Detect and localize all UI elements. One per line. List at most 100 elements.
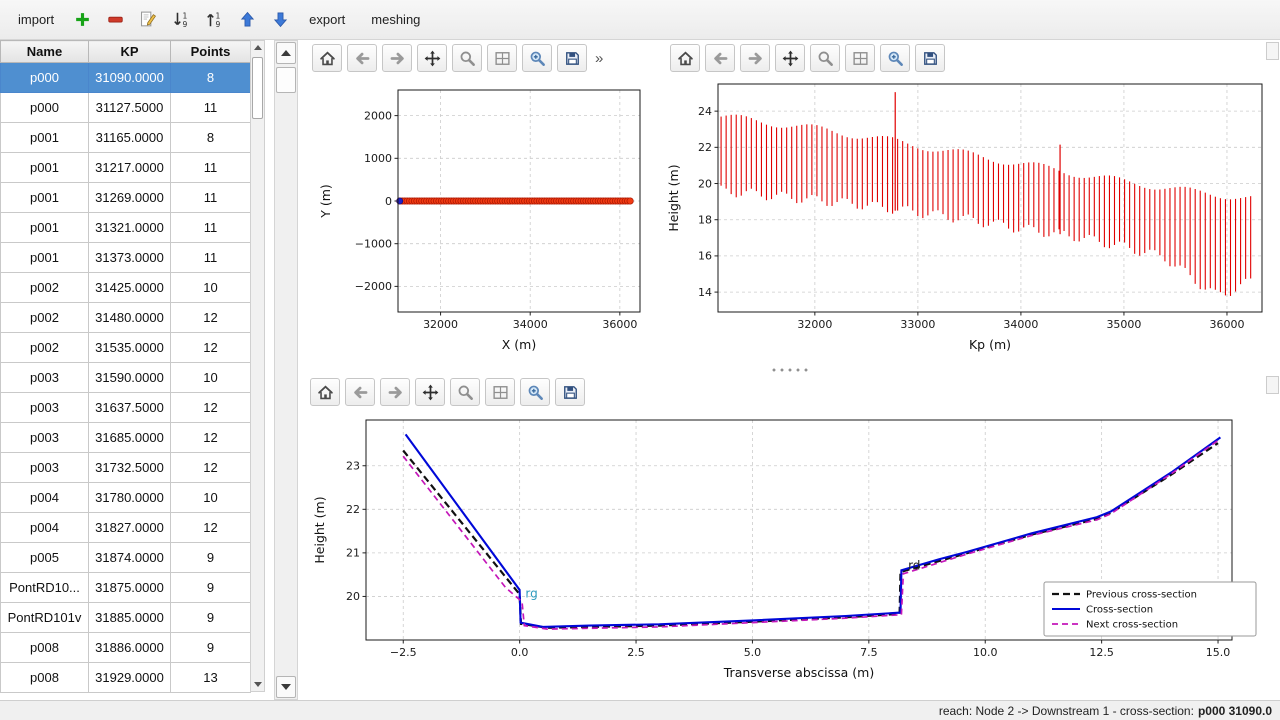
forward-button[interactable] [740,44,770,72]
table-scroll-down-icon[interactable] [251,678,264,691]
table-cell[interactable]: 10 [171,483,251,513]
table-cell[interactable]: 31127.5000 [89,93,171,123]
table-row[interactable]: p00831929.000013 [1,663,251,693]
sort-descending-button[interactable]: 19 [171,9,192,30]
table-cell[interactable]: PontRD101v [1,603,89,633]
table-cell[interactable]: 31425.0000 [89,273,171,303]
table-row[interactable]: p00531874.00009 [1,543,251,573]
table-cell[interactable]: 12 [171,303,251,333]
subplots-button[interactable] [845,44,875,72]
cross-section-chart[interactable]: −2.50.02.55.07.510.012.515.020212223rgrd… [300,410,1280,701]
toolbar-overflow-indicator[interactable]: » [595,50,603,67]
export-button[interactable]: export [301,8,353,31]
table-cell[interactable]: p001 [1,183,89,213]
table-row[interactable]: p00331685.000012 [1,423,251,453]
table-row[interactable]: p00031127.500011 [1,93,251,123]
pan-button[interactable] [415,378,445,406]
back-button[interactable] [347,44,377,72]
table-cell[interactable]: 10 [171,363,251,393]
table-row[interactable]: p00431827.000012 [1,513,251,543]
zoom-button[interactable] [450,378,480,406]
table-cell[interactable]: 31637.5000 [89,393,171,423]
table-cell[interactable]: p003 [1,453,89,483]
home-button[interactable] [670,44,700,72]
panel-scrollbar-thumb[interactable] [276,67,296,93]
table-cell[interactable]: 9 [171,573,251,603]
table-cell[interactable]: 10 [171,273,251,303]
table-row[interactable]: p00131269.000011 [1,183,251,213]
table-cell[interactable]: 31480.0000 [89,303,171,333]
sort-ascending-button[interactable]: 19 [204,9,225,30]
table-row[interactable]: p00131217.000011 [1,153,251,183]
plot-area-scrollbar-stub[interactable] [1266,42,1279,60]
table-cell[interactable]: p001 [1,123,89,153]
column-header-name[interactable]: Name [1,41,89,63]
table-cell[interactable]: 31874.0000 [89,543,171,573]
table-cell[interactable]: p002 [1,303,89,333]
back-button[interactable] [705,44,735,72]
plan-view-chart[interactable]: 320003400036000−2000−1000010002000X (m)Y… [302,76,658,371]
table-cell[interactable]: 31685.0000 [89,423,171,453]
table-row[interactable]: p00331590.000010 [1,363,251,393]
table-scroll-up-icon[interactable] [251,41,264,54]
table-cell[interactable]: 12 [171,453,251,483]
table-cell[interactable]: p004 [1,483,89,513]
table-cell[interactable]: p001 [1,243,89,273]
table-row[interactable]: p00131165.00008 [1,123,251,153]
table-cell[interactable]: 12 [171,333,251,363]
table-cell[interactable]: 13 [171,663,251,693]
table-cell[interactable]: 31590.0000 [89,363,171,393]
table-cell[interactable]: 11 [171,93,251,123]
table-cell[interactable]: p001 [1,153,89,183]
table-cell[interactable]: p004 [1,513,89,543]
table-cell[interactable]: 8 [171,123,251,153]
table-scrollbar-thumb[interactable] [252,57,263,119]
table-row[interactable]: p00331637.500012 [1,393,251,423]
add-button[interactable] [72,9,93,30]
back-button[interactable] [345,378,375,406]
table-cell[interactable]: p008 [1,663,89,693]
table-cell[interactable]: 11 [171,153,251,183]
table-cell[interactable]: 9 [171,603,251,633]
table-cell[interactable]: p008 [1,633,89,663]
zoom-button[interactable] [452,44,482,72]
meshing-button[interactable]: meshing [363,8,428,31]
table-row[interactable]: p00831886.00009 [1,633,251,663]
move-up-button[interactable] [237,9,258,30]
table-cell[interactable]: p003 [1,393,89,423]
remove-button[interactable] [105,9,126,30]
table-row[interactable]: p00431780.000010 [1,483,251,513]
table-cell[interactable]: 31269.0000 [89,183,171,213]
save-button[interactable] [555,378,585,406]
table-cell[interactable]: p000 [1,63,89,93]
table-cell[interactable]: 31929.0000 [89,663,171,693]
table-cell[interactable]: 11 [171,183,251,213]
customize-button[interactable] [520,378,550,406]
bottom-plot-scrollbar-stub[interactable] [1266,376,1279,394]
table-row[interactable]: PontRD101v31885.00009 [1,603,251,633]
edit-button[interactable] [138,9,159,30]
table-cell[interactable]: 12 [171,423,251,453]
import-button[interactable]: import [10,8,62,31]
table-row[interactable]: p00331732.500012 [1,453,251,483]
panel-scroll-down-button[interactable] [276,676,296,698]
home-button[interactable] [312,44,342,72]
panel-scrollbar[interactable] [274,40,298,700]
table-cell[interactable]: 31886.0000 [89,633,171,663]
table-cell[interactable]: 31827.0000 [89,513,171,543]
table-cell[interactable]: 9 [171,633,251,663]
customize-button[interactable] [880,44,910,72]
table-cell[interactable]: 31373.0000 [89,243,171,273]
table-row[interactable]: p00231535.000012 [1,333,251,363]
forward-button[interactable] [380,378,410,406]
table-cell[interactable]: p000 [1,93,89,123]
column-header-points[interactable]: Points [171,41,251,63]
table-cell[interactable]: PontRD10... [1,573,89,603]
table-cell[interactable]: p001 [1,213,89,243]
table-cell[interactable]: p002 [1,273,89,303]
table-row[interactable]: PontRD10...31875.00009 [1,573,251,603]
panel-scroll-up-button[interactable] [276,42,296,64]
table-row[interactable]: p00231425.000010 [1,273,251,303]
save-button[interactable] [915,44,945,72]
subplots-button[interactable] [485,378,515,406]
